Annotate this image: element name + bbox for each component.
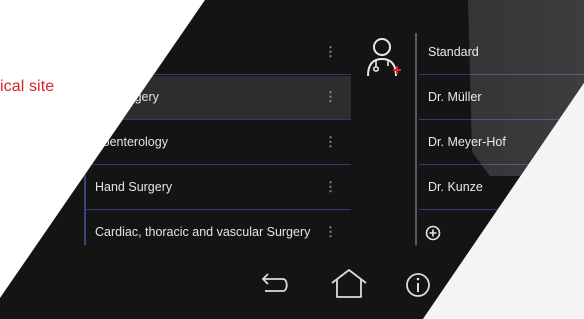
more-options-icon[interactable]: ⋮ — [324, 44, 337, 60]
home-icon[interactable] — [328, 268, 370, 300]
procedure-item[interactable]: Hand Surgery ⋮ — [86, 166, 351, 210]
back-arrow-icon[interactable] — [255, 271, 291, 297]
procedure-item-selected[interactable]: nal Surgery ⋮ — [86, 76, 351, 120]
procedure-item[interactable]: troenterology ⋮ — [86, 121, 351, 165]
plus-circle-icon[interactable] — [419, 215, 459, 255]
procedure-label: nal Surgery — [95, 90, 159, 104]
caption-text: ical site — [0, 78, 55, 95]
vertical-divider — [415, 33, 417, 245]
procedure-label: Cardiac, thoracic and vascular Surgery — [95, 225, 311, 239]
more-options-icon[interactable]: ⋮ — [324, 224, 337, 240]
info-icon[interactable] — [403, 270, 433, 300]
more-options-icon[interactable]: ⋮ — [324, 89, 337, 105]
procedure-label: gery — [95, 45, 120, 59]
more-options-icon[interactable]: ⋮ — [324, 134, 337, 150]
profile-label: Dr. Kunze — [428, 180, 483, 194]
procedure-item[interactable]: Cardiac, thoracic and vascular Surgery ⋮ — [86, 211, 351, 255]
doctor-profile-icon[interactable] — [364, 36, 404, 80]
procedure-label: Hand Surgery — [95, 180, 173, 194]
procedure-item[interactable]: gery ⋮ — [86, 31, 351, 75]
more-options-icon[interactable]: ⋮ — [324, 179, 337, 195]
procedure-label: troenterology — [95, 135, 168, 149]
